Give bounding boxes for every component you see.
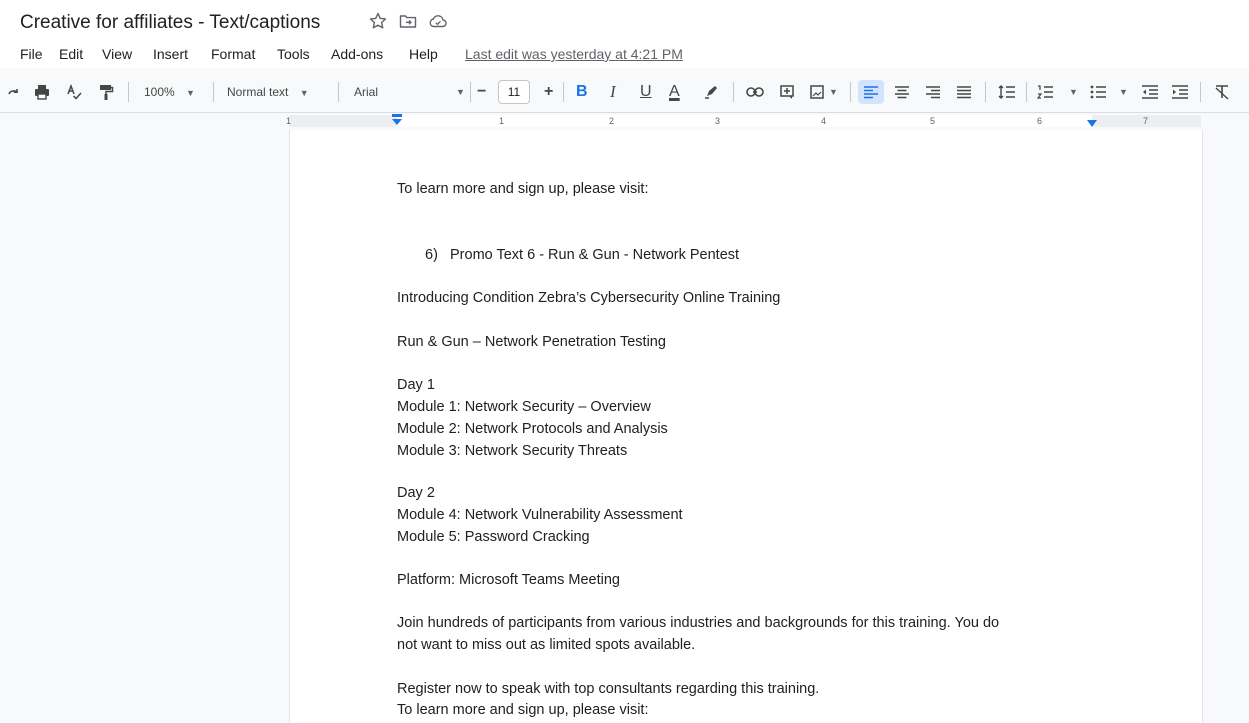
- insert-image-icon[interactable]: [805, 80, 829, 104]
- menu-format[interactable]: Format: [210, 44, 256, 64]
- chevron-down-icon[interactable]: ▼: [1119, 80, 1128, 104]
- redo-icon[interactable]: [4, 80, 24, 104]
- menu-tools[interactable]: Tools: [276, 44, 311, 64]
- body-line[interactable]: Module 4: Network Vulnerability Assessme…: [397, 504, 683, 526]
- line-spacing-icon[interactable]: [994, 80, 1020, 104]
- menu-edit[interactable]: Edit: [58, 44, 84, 64]
- clear-formatting-icon[interactable]: [1210, 80, 1234, 104]
- toolbar-divider: [338, 82, 339, 102]
- spellcheck-icon[interactable]: [62, 80, 86, 104]
- zoom-select[interactable]: 100% ▼: [144, 80, 195, 104]
- body-line[interactable]: To learn more and sign up, please visit:: [397, 699, 648, 721]
- chevron-down-icon[interactable]: ▼: [456, 80, 465, 104]
- body-line[interactable]: Introducing Condition Zebra’s Cybersecur…: [397, 287, 780, 309]
- body-line[interactable]: Module 1: Network Security – Overview: [397, 396, 651, 418]
- increase-indent-icon[interactable]: [1169, 80, 1191, 104]
- body-line[interactable]: Module 3: Network Security Threats: [397, 440, 627, 462]
- ruler-number: 1: [499, 116, 505, 126]
- chevron-down-icon[interactable]: ▼: [829, 80, 838, 104]
- numbered-list-icon[interactable]: [1034, 80, 1056, 104]
- style-select[interactable]: Normal text ▼: [227, 80, 309, 104]
- body-line[interactable]: Module 2: Network Protocols and Analysis: [397, 418, 668, 440]
- chevron-down-icon[interactable]: ▼: [1069, 80, 1078, 104]
- body-line[interactable]: Join hundreds of participants from vario…: [397, 612, 999, 634]
- menu-insert[interactable]: Insert: [152, 44, 189, 64]
- list-item[interactable]: Promo Text 6 - Run & Gun - Network Pente…: [450, 244, 739, 266]
- print-icon[interactable]: [30, 80, 54, 104]
- menu-add-ons[interactable]: Add-ons: [330, 44, 384, 64]
- align-right-icon[interactable]: [921, 80, 945, 104]
- body-line[interactable]: Module 5: Password Cracking: [397, 526, 590, 548]
- ruler-number: 1: [286, 116, 292, 126]
- body-line[interactable]: Register now to speak with top consultan…: [397, 678, 819, 700]
- menu-file[interactable]: File: [19, 44, 44, 64]
- ruler-number: 5: [930, 116, 936, 126]
- italic-button[interactable]: I: [610, 80, 616, 104]
- document-title[interactable]: Creative for affiliates - Text/captions: [13, 9, 327, 37]
- text-color-button[interactable]: A: [669, 80, 680, 104]
- font-size-input[interactable]: 11: [498, 80, 530, 104]
- body-line[interactable]: Day 1: [397, 374, 435, 396]
- toolbar-divider: [985, 82, 986, 102]
- bold-button[interactable]: B: [576, 80, 588, 104]
- menu-bar: File Edit View Insert Format Tools Add-o…: [0, 40, 1249, 68]
- ruler-track: [289, 115, 1201, 127]
- chevron-down-icon: ▼: [299, 88, 309, 98]
- toolbar-divider: [470, 82, 471, 102]
- paint-format-icon[interactable]: [94, 80, 118, 104]
- decrease-indent-icon[interactable]: [1139, 80, 1161, 104]
- zoom-value: 100%: [144, 85, 175, 99]
- ruler-number: 4: [821, 116, 827, 126]
- menu-view[interactable]: View: [101, 44, 133, 64]
- increase-font-size-button[interactable]: +: [544, 80, 553, 104]
- list-number: 6): [425, 247, 438, 263]
- toolbar-divider: [213, 82, 214, 102]
- last-edit-link[interactable]: Last edit was yesterday at 4:21 PM: [465, 44, 683, 64]
- underline-button[interactable]: U: [640, 80, 652, 104]
- menu-help[interactable]: Help: [408, 44, 439, 64]
- font-value: Arial: [354, 85, 379, 99]
- align-center-icon[interactable]: [890, 80, 914, 104]
- toolbar-divider: [733, 82, 734, 102]
- star-icon[interactable]: [368, 11, 388, 31]
- toolbar-divider: [563, 82, 564, 102]
- add-comment-icon[interactable]: [775, 80, 799, 104]
- body-line[interactable]: Platform: Microsoft Teams Meeting: [397, 569, 620, 591]
- title-bar: Creative for affiliates - Text/captions: [0, 0, 1249, 40]
- highlight-color-icon[interactable]: [700, 80, 722, 104]
- body-line[interactable]: To learn more and sign up, please visit:: [397, 178, 648, 200]
- toolbar: 100% ▼ Normal text ▼ Arial ▼ − 11 + B I …: [0, 72, 1249, 113]
- ruler-number: 2: [609, 116, 615, 126]
- align-justify-icon[interactable]: [952, 80, 976, 104]
- body-line[interactable]: Run & Gun – Network Penetration Testing: [397, 331, 666, 353]
- ruler-number: 3: [715, 116, 721, 126]
- toolbar-divider: [1200, 82, 1201, 102]
- style-value: Normal text: [227, 85, 289, 99]
- toolbar-divider: [128, 82, 129, 102]
- decrease-font-size-button[interactable]: −: [477, 80, 486, 104]
- ruler-left-margin: [289, 115, 397, 127]
- cloud-status-icon[interactable]: [428, 11, 448, 31]
- insert-link-icon[interactable]: [743, 80, 767, 104]
- toolbar-divider: [850, 82, 851, 102]
- move-to-folder-icon[interactable]: [398, 11, 418, 31]
- body-line[interactable]: not want to miss out as limited spots av…: [397, 634, 695, 656]
- bulleted-list-icon[interactable]: [1087, 80, 1109, 104]
- font-select[interactable]: Arial: [354, 80, 378, 104]
- align-left-icon[interactable]: [858, 80, 884, 104]
- body-line[interactable]: Day 2: [397, 482, 435, 504]
- toolbar-divider: [1026, 82, 1027, 102]
- ruler: 1 1 2 3 4 5 6 7: [0, 113, 1249, 129]
- ruler-number: 7: [1143, 116, 1149, 126]
- chevron-down-icon: ▼: [186, 88, 195, 98]
- ruler-number: 6: [1037, 116, 1043, 126]
